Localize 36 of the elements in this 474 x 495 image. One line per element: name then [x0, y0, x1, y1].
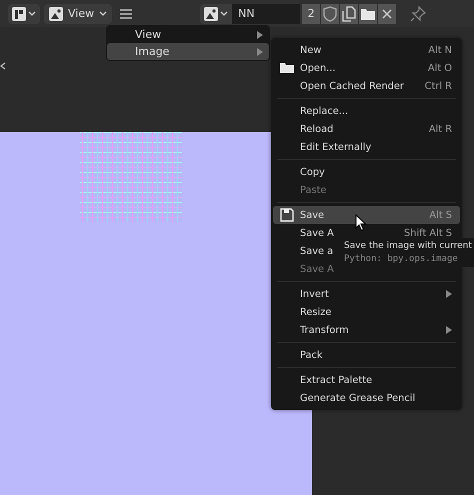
menu-item[interactable]: Image: [107, 43, 269, 60]
folder-icon: [280, 62, 294, 74]
menu-item[interactable]: Replace...: [273, 102, 460, 120]
tooltip-text: Save the image with current: [344, 241, 473, 251]
menu-item[interactable]: Save Alt S: [273, 206, 460, 224]
menu-item[interactable]: View: [107, 26, 269, 43]
editor-type-button[interactable]: [8, 4, 40, 24]
users-count: 2: [302, 4, 320, 24]
menu-item[interactable]: Pack: [273, 346, 460, 364]
menu-item[interactable]: Copy: [273, 163, 460, 181]
chevron-icon: [98, 10, 108, 18]
menu-item[interactable]: Resize: [273, 303, 460, 321]
menu-item[interactable]: Save A Shift Alt S: [273, 224, 460, 242]
pin-icon[interactable]: [410, 6, 426, 22]
image-name-field[interactable]: NN: [232, 4, 300, 24]
shield-icon[interactable]: [321, 4, 340, 24]
menu-item[interactable]: Invert: [273, 285, 460, 303]
menu-item[interactable]: Edit Externally: [273, 138, 460, 156]
sidebar-toggle-icon[interactable]: [0, 62, 6, 70]
python-path: Python: bpy.ops.image: [344, 254, 459, 264]
view-dropdown[interactable]: View: [44, 4, 112, 24]
menu-item[interactable]: Extract Palette: [273, 371, 460, 389]
menu-item[interactable]: Generate Grease Pencil: [273, 389, 460, 407]
menu-item[interactable]: Reload Alt R: [273, 120, 460, 138]
close-icon[interactable]: [378, 4, 396, 24]
save-icon: [280, 208, 294, 222]
menu-item[interactable]: Open Cached Render Ctrl R: [273, 77, 460, 95]
image-browse-button[interactable]: [200, 4, 232, 24]
folder-icon[interactable]: [359, 4, 378, 24]
menu-item[interactable]: New Alt N: [273, 41, 460, 59]
cursor-icon: [355, 214, 367, 232]
menu-item[interactable]: Transform: [273, 321, 460, 339]
menu-item[interactable]: Open... Alt O: [273, 59, 460, 77]
duplicate-icon[interactable]: [340, 4, 358, 24]
view-label: View: [68, 7, 94, 20]
image-icon: [48, 6, 64, 22]
